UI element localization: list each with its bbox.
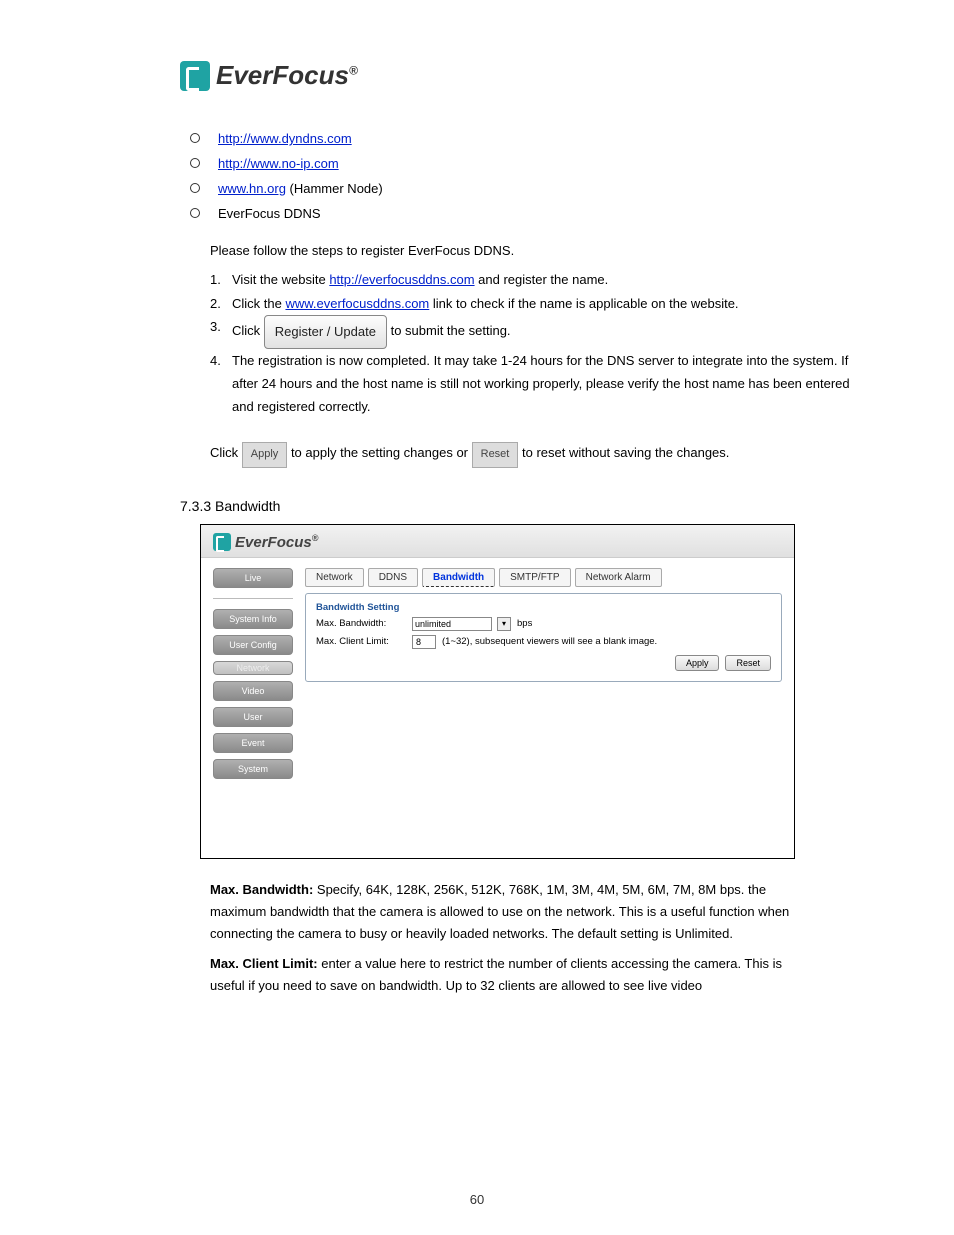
step-text: Click: [232, 323, 264, 338]
shot-header: EverFocus®: [201, 525, 794, 558]
step-text: to submit the setting.: [391, 323, 511, 338]
chevron-down-icon[interactable]: ▾: [497, 617, 511, 631]
provider-row: www.hn.org (Hammer Node): [190, 181, 894, 196]
sidebar-item-user[interactable]: User: [213, 707, 293, 727]
logo-mark-icon: [180, 61, 210, 91]
apply-button[interactable]: Apply: [242, 442, 288, 468]
max-client-hint: (1~32), subsequent viewers will see a bl…: [442, 636, 657, 647]
section-heading: 7.3.3 Bandwidth: [180, 498, 894, 514]
provider-tail: (Hammer Node): [286, 181, 383, 196]
step-4: 4. The registration is now completed. It…: [210, 349, 854, 419]
provider-tail: EverFocus DDNS: [218, 206, 321, 221]
max-bandwidth-select[interactable]: unlimited: [412, 617, 492, 631]
tab-smtp-ftp[interactable]: SMTP/FTP: [499, 568, 570, 587]
instr-title: Please follow the steps to register Ever…: [210, 239, 854, 262]
sidebar-item-user-config[interactable]: User Config: [213, 635, 293, 655]
provider-link-dyndns[interactable]: http://www.dyndns.com: [218, 131, 352, 146]
bullet-icon: [190, 133, 200, 143]
note-text: Click: [210, 445, 242, 460]
tab-ddns[interactable]: DDNS: [368, 568, 418, 587]
reset-button[interactable]: Reset: [472, 442, 519, 468]
logo-reg: ®: [349, 63, 358, 77]
provider-link-noip[interactable]: http://www.no-ip.com: [218, 156, 339, 171]
sidebar-item-video[interactable]: Video: [213, 681, 293, 701]
step-text: Visit the website: [232, 272, 329, 287]
ddns-site-link[interactable]: http://everfocusddns.com: [329, 272, 474, 287]
tab-network-alarm[interactable]: Network Alarm: [575, 568, 662, 587]
note-text: to reset without saving the changes.: [522, 445, 729, 460]
logo-brand: EverFocus: [216, 60, 349, 90]
desc-label: Max. Bandwidth:: [210, 882, 313, 897]
sidebar-separator: [213, 598, 293, 599]
bullet-icon: [190, 183, 200, 193]
desc-max-client: Max. Client Limit: enter a value here to…: [210, 953, 794, 997]
sidebar-nav: Live System Info User Config Network Vid…: [213, 568, 293, 828]
step-text: The registration is now completed. It ma…: [232, 349, 854, 419]
tab-network[interactable]: Network: [305, 568, 364, 587]
logo-brand: EverFocus: [235, 534, 312, 551]
max-client-input[interactable]: [412, 635, 436, 649]
sidebar-item-system-info[interactable]: System Info: [213, 609, 293, 629]
bandwidth-fieldset: Bandwidth Setting Max. Bandwidth: unlimi…: [305, 593, 782, 682]
step-text: Click the: [232, 296, 285, 311]
provider-list: http://www.dyndns.com http://www.no-ip.c…: [190, 131, 894, 221]
sidebar-item-system[interactable]: System: [213, 759, 293, 779]
register-update-button[interactable]: Register / Update: [264, 315, 387, 348]
logo-reg: ®: [312, 533, 319, 543]
max-bandwidth-label: Max. Bandwidth:: [316, 618, 406, 629]
provider-link-hn[interactable]: www.hn.org: [218, 181, 286, 196]
logo-mark-icon: [213, 533, 231, 551]
logo-text: EverFocus®: [235, 533, 318, 551]
provider-row: EverFocus DDNS: [190, 206, 894, 221]
page-number: 60: [0, 1192, 954, 1207]
max-client-label: Max. Client Limit:: [316, 636, 406, 647]
tab-bar: Network DDNS Bandwidth SMTP/FTP Network …: [305, 568, 782, 587]
apply-button[interactable]: Apply: [675, 655, 720, 671]
step-number: 2.: [210, 292, 232, 315]
ddns-check-link[interactable]: www.everfocusddns.com: [285, 296, 429, 311]
step-text: and register the name.: [475, 272, 609, 287]
logo-text: EverFocus®: [216, 60, 358, 91]
step-2: 2. Click the www.everfocusddns.com link …: [210, 292, 854, 315]
step-text: link to check if the name is applicable …: [429, 296, 738, 311]
desc-label: Max. Client Limit:: [210, 956, 318, 971]
sidebar-item-event[interactable]: Event: [213, 733, 293, 753]
reset-button[interactable]: Reset: [725, 655, 771, 671]
max-client-row: Max. Client Limit: (1~32), subsequent vi…: [316, 635, 771, 649]
sidebar-item-live[interactable]: Live: [213, 568, 293, 588]
note-text: to apply the setting changes or: [291, 445, 472, 460]
bandwidth-description: Max. Bandwidth: Specify, 64K, 128K, 256K…: [210, 879, 794, 997]
step-1: 1. Visit the website http://everfocusddn…: [210, 268, 854, 291]
step-number: 1.: [210, 268, 232, 291]
step-number: 3.: [210, 315, 232, 338]
bandwidth-settings-screenshot: EverFocus® Live System Info User Config …: [200, 524, 795, 859]
step-3: 3. Click Register / Update to submit the…: [210, 315, 854, 348]
max-bandwidth-row: Max. Bandwidth: unlimited ▾ bps: [316, 617, 771, 631]
tab-bandwidth[interactable]: Bandwidth: [422, 568, 495, 587]
bullet-icon: [190, 208, 200, 218]
desc-max-bandwidth: Max. Bandwidth: Specify, 64K, 128K, 256K…: [210, 879, 794, 945]
bullet-icon: [190, 158, 200, 168]
brand-logo: EverFocus®: [180, 60, 894, 91]
provider-row: http://www.dyndns.com: [190, 131, 894, 146]
provider-row: http://www.no-ip.com: [190, 156, 894, 171]
step-number: 4.: [210, 349, 232, 372]
ddns-instructions: Please follow the steps to register Ever…: [210, 239, 854, 468]
bandwidth-unit: bps: [517, 618, 532, 629]
apply-reset-note: Click Apply to apply the setting changes…: [210, 441, 854, 468]
fieldset-legend: Bandwidth Setting: [316, 602, 771, 613]
sidebar-item-network[interactable]: Network: [213, 661, 293, 675]
